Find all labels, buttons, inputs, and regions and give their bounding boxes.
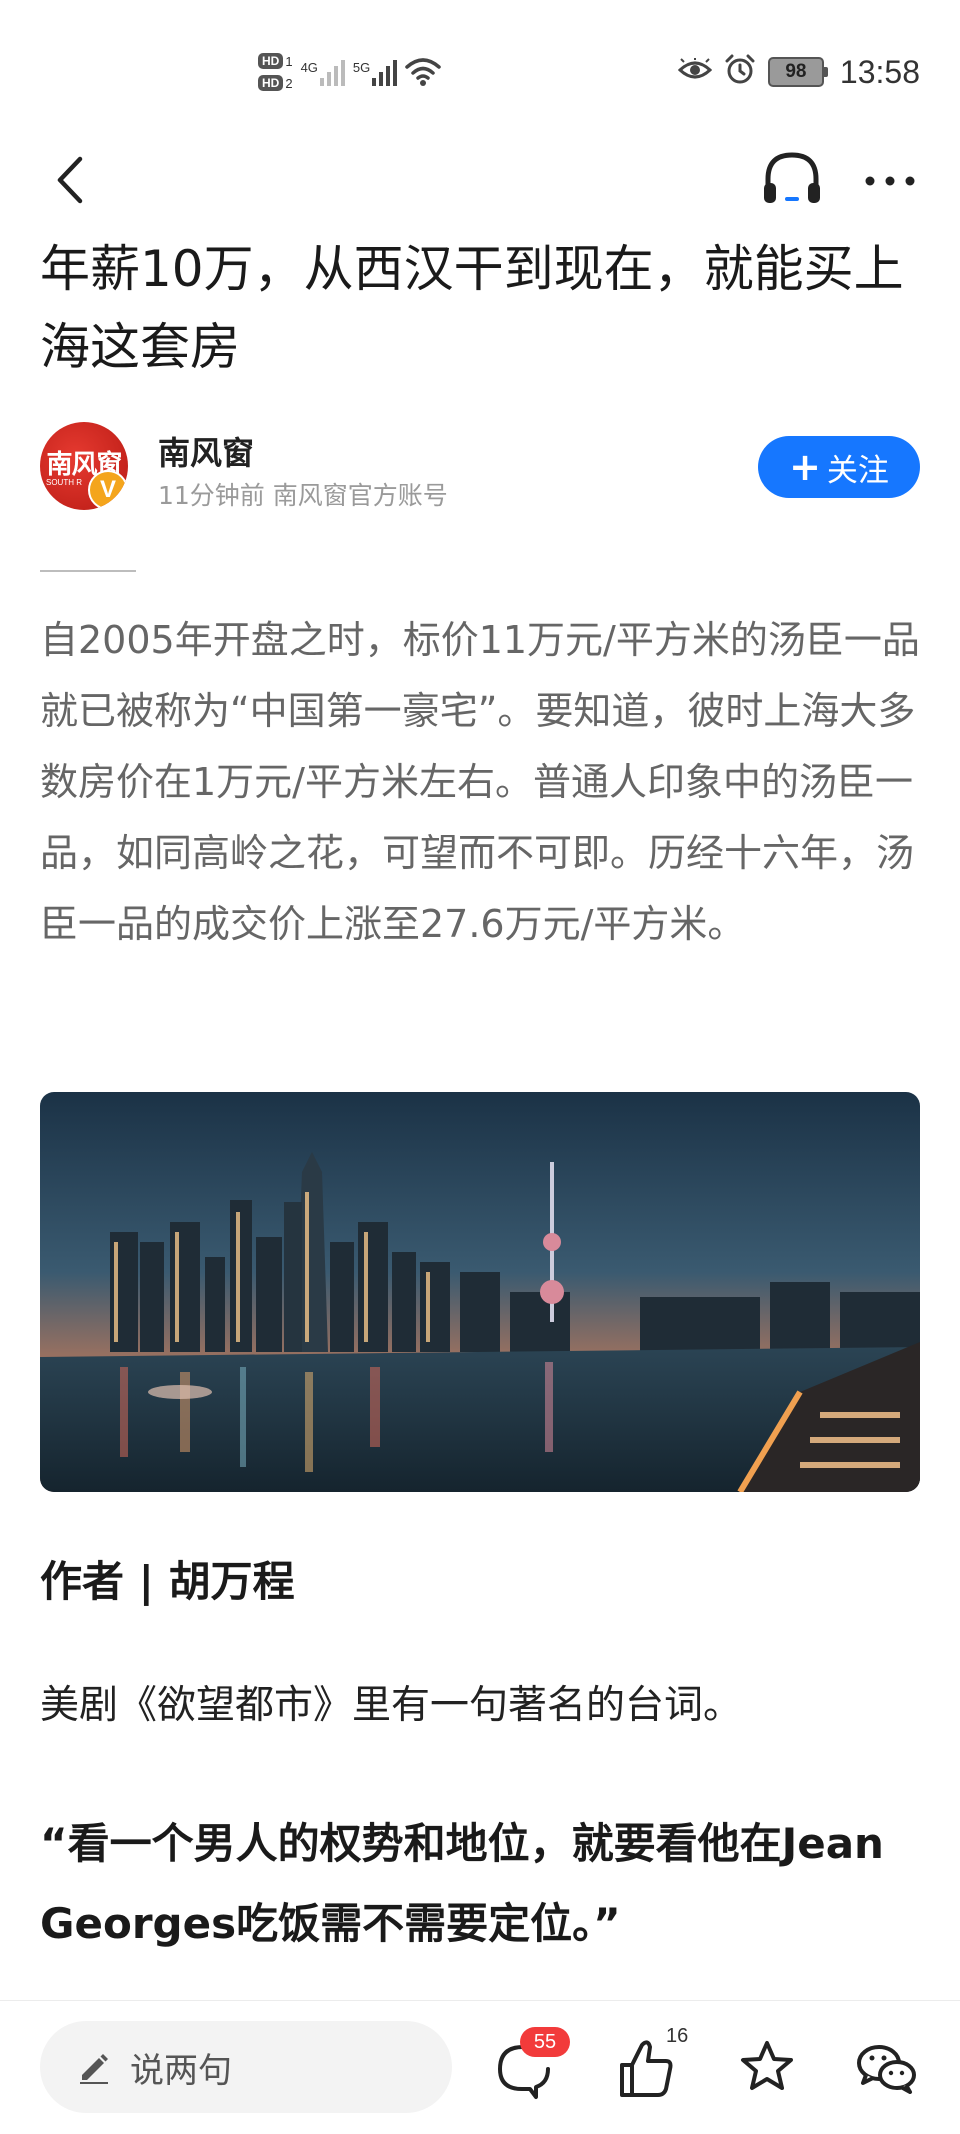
sim2-index: 2 <box>285 75 293 91</box>
article-byline: 作者 | 胡万程 <box>40 1557 295 1606</box>
sim1-hd-badge: HD 1 <box>258 53 293 69</box>
verified-icon: V <box>88 470 128 510</box>
comment-placeholder: 说两句 <box>130 2050 232 2091</box>
signal-bars-icon <box>372 58 398 86</box>
more-icon <box>865 176 915 186</box>
clock: 13:58 <box>839 53 920 90</box>
status-bar: HD 1 HD 2 4G 5G 98 13:58 <box>0 0 960 135</box>
sim-indicators: HD 1 HD 2 <box>258 53 293 91</box>
sim1-signal: 4G <box>301 58 345 86</box>
author-name[interactable]: 南风窗 <box>158 428 254 474</box>
bottom-action-bar: 说两句 55 16 <box>0 2000 960 2134</box>
comments-button[interactable]: 55 <box>490 2025 570 2105</box>
headphones-icon <box>764 152 820 203</box>
follow-button[interactable]: + 关注 <box>758 436 920 498</box>
sim2-hd-label: HD <box>258 75 284 91</box>
wechat-icon <box>857 2045 916 2094</box>
network2-label: 5G <box>352 60 371 75</box>
pencil-icon <box>80 2054 108 2084</box>
more-button[interactable] <box>860 145 920 215</box>
comment-input[interactable]: 说两句 <box>40 2021 452 2113</box>
plus-icon: + <box>789 445 821 489</box>
article-intro: 自2005年开盘之时，标价11万元/平方米的汤臣一品就已被称为“中国第一豪宅”。… <box>40 618 920 946</box>
signal-bars-icon <box>319 58 345 86</box>
article-quote: “看一个男人的权势和地位，就要看他在Jean Georges吃饭需不需要定位。” <box>40 1819 884 1948</box>
listen-button[interactable] <box>760 145 824 215</box>
battery-level: 98 <box>767 57 824 87</box>
like-button[interactable]: 16 <box>614 2025 688 2105</box>
article-paragraph: 美剧《欲望都市》里有一句著名的台词。 <box>40 1683 743 1728</box>
author-row: 南风窗 SOUTH R V 南风窗 11分钟前 南风窗官方账号 + 关注 <box>40 422 920 514</box>
divider <box>40 570 136 572</box>
article-image[interactable] <box>40 1092 920 1492</box>
avatar-logo-subtext: SOUTH R <box>46 478 82 487</box>
sim2-hd-badge: HD 2 <box>258 75 293 91</box>
article-title: 年薪10万，从西汉干到现在，就能买上海这套房 <box>40 240 904 376</box>
back-icon <box>57 156 83 204</box>
battery-indicator: 98 <box>767 57 828 87</box>
follow-label: 关注 <box>826 452 889 489</box>
city-skyline-image <box>40 1092 920 1492</box>
author-avatar[interactable]: 南风窗 SOUTH R V <box>40 422 128 510</box>
author-meta: 11分钟前 南风窗官方账号 <box>158 481 448 510</box>
favorite-button[interactable] <box>732 2025 802 2105</box>
sim1-hd-label: HD <box>258 53 284 69</box>
back-button[interactable] <box>48 145 98 215</box>
wifi-icon <box>405 57 442 87</box>
sim2-signal: 5G <box>352 58 398 86</box>
top-nav <box>0 135 960 235</box>
sim1-index: 1 <box>285 53 293 69</box>
network1-label: 4G <box>300 60 318 75</box>
alarm-icon <box>724 54 756 90</box>
status-right: 98 13:58 <box>677 50 920 94</box>
like-count: 16 <box>666 2025 689 2047</box>
comment-count-badge: 55 <box>520 2027 570 2057</box>
star-icon <box>741 2041 793 2090</box>
status-left: HD 1 HD 2 4G 5G <box>258 42 442 102</box>
battery-tip <box>823 67 828 77</box>
eye-comfort-icon <box>677 56 713 86</box>
share-wechat-button[interactable] <box>852 2025 922 2105</box>
